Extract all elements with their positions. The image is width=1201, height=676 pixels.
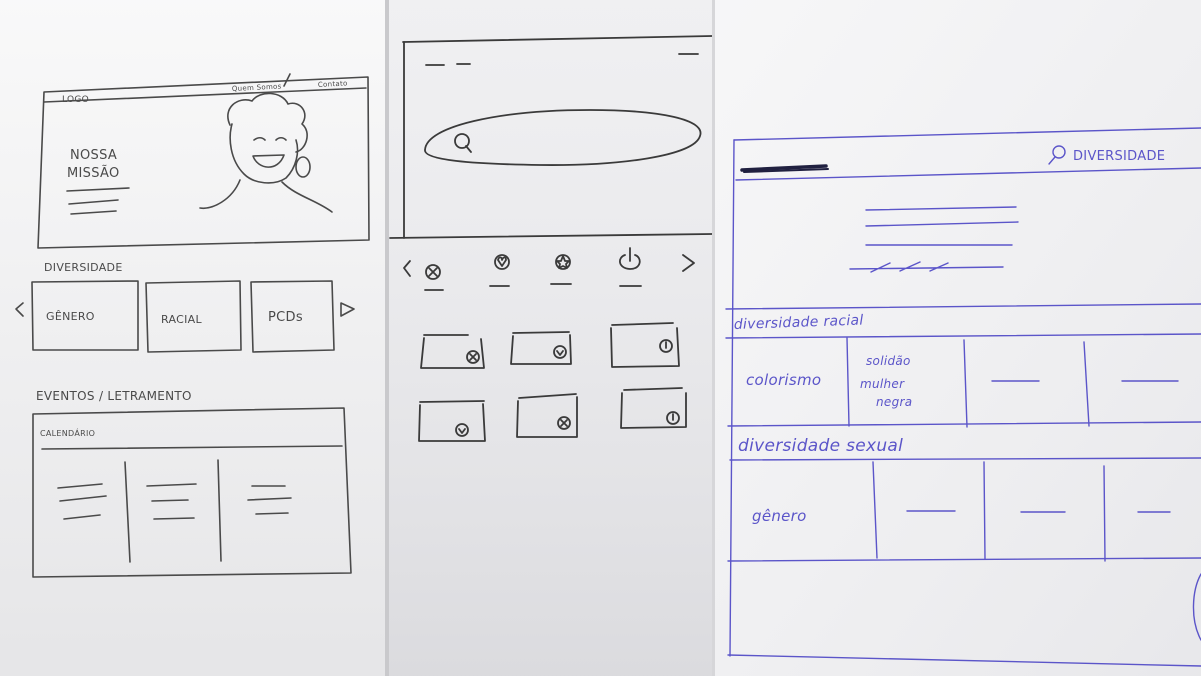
card-label-racial: RACIAL [161, 313, 202, 326]
table-cell-solidao-line-2: mulher [860, 377, 905, 391]
card-label-genero: GÊNERO [46, 310, 95, 323]
nav-link-contato[interactable]: Contato [318, 79, 348, 89]
events-heading: EVENTOS / LETRAMENTO [36, 389, 192, 403]
paper-edge [385, 0, 389, 676]
paper-home-wireframe: LOGO Quem Somos Contato NOSSA MISSÃO DIV… [0, 0, 388, 676]
table-cell-solidao-line-3: negra [876, 395, 912, 409]
mission-title-line-2: MISSÃO [67, 165, 120, 181]
paper-edge [712, 0, 715, 676]
logo-label: LOGO [62, 95, 89, 105]
paper-mobile-wireframe [388, 0, 714, 676]
table-cell-solidao-line-1: solidão [866, 354, 911, 368]
table-cell-divider [983, 461, 986, 560]
search-label[interactable]: DIVERSIDADE [1073, 149, 1165, 164]
card-label-pcds: PCDs [268, 310, 303, 325]
whiteboard-photo: LOGO Quem Somos Contato NOSSA MISSÃO DIV… [0, 0, 1201, 676]
diversity-heading: DIVERSIDADE [44, 261, 123, 274]
table-cell-divider [1103, 465, 1106, 562]
section-heading-sexual: diversidade sexual [738, 436, 903, 456]
table-cell-genero: gênero [752, 507, 807, 525]
calendar-label: CALENDÁRIO [40, 427, 95, 438]
table-cell-colorismo: colorismo [746, 371, 821, 389]
paper-diversity-wireframe: DIVERSIDADE diversidade racial colorismo… [714, 0, 1201, 676]
mission-title-line-1: NOSSA [70, 148, 117, 163]
